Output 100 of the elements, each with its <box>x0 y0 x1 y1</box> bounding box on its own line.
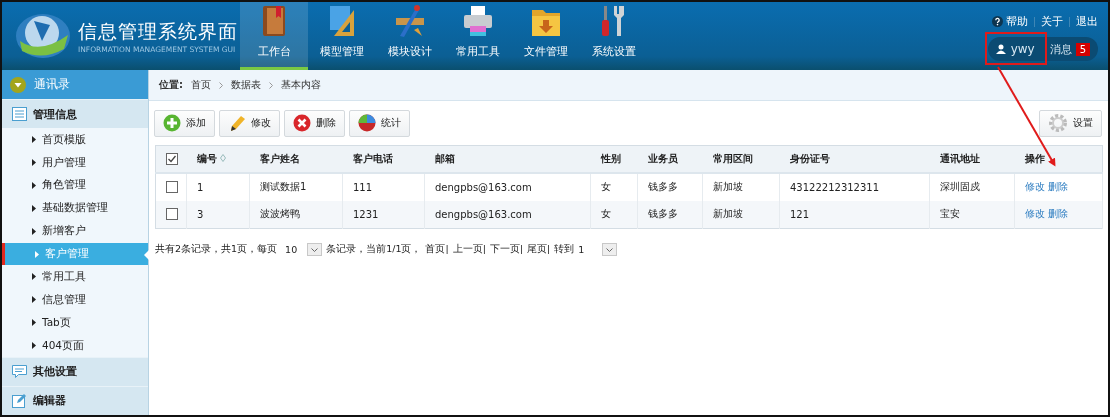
message-count-badge: 5 <box>1075 42 1090 56</box>
breadcrumb-link[interactable]: 首页 <box>191 78 211 92</box>
table-cell: dengpbs@163.com <box>424 200 591 229</box>
pager-link[interactable]: 首页| <box>425 243 449 256</box>
nav-tab[interactable]: 文件管理 <box>512 2 580 70</box>
row-action-link[interactable]: 修改 <box>1025 208 1045 220</box>
pager-link[interactable]: 下一页| <box>489 243 524 256</box>
sidebar-group[interactable]: 编辑器 <box>2 385 148 415</box>
goto-label: 转到 <box>554 243 575 256</box>
table-cell: dengpbs@163.com <box>424 172 591 201</box>
row-action-link[interactable]: 删除 <box>1048 208 1068 220</box>
messages-link[interactable]: 消息 <box>1049 41 1072 57</box>
column-header: 通讯地址 <box>929 145 1015 173</box>
sidebar-group[interactable]: 其他设置 <box>2 356 148 386</box>
caret-icon <box>32 159 36 166</box>
pencil-icon <box>228 114 246 132</box>
column-header[interactable]: 编号 <box>186 145 250 173</box>
sidebar-item[interactable]: 新增客户 <box>2 219 148 243</box>
settings-icon <box>1048 113 1068 133</box>
column-header: 客户电话 <box>342 145 425 173</box>
breadcrumb-link[interactable]: 基本内容 <box>281 78 321 92</box>
edit-icon <box>12 393 27 408</box>
table-cell: 43122212312311 <box>779 172 930 201</box>
sidebar-group[interactable]: 管理信息 <box>2 99 148 129</box>
table-cell: 测试数据1 <box>249 172 343 201</box>
table-cell: 121 <box>779 200 930 229</box>
nav-label: 模型管理 <box>320 44 364 59</box>
nav-tab[interactable]: 工作台 <box>240 2 308 70</box>
caret-icon <box>32 319 36 327</box>
nav-label: 系统设置 <box>592 44 636 59</box>
pager-status: 条记录，当前1/1页， <box>326 243 422 256</box>
sidebar-item[interactable]: 404页面 <box>2 334 148 357</box>
annotation-box <box>985 32 1047 65</box>
chevron-right-icon <box>269 81 273 89</box>
sidebar-item[interactable]: 首页模版 <box>2 128 148 152</box>
breadcrumb-link[interactable]: 数据表 <box>231 78 261 92</box>
row-action-link[interactable]: 修改 <box>1025 181 1045 192</box>
goto-page-dropdown[interactable] <box>602 243 618 256</box>
table-cell: 女 <box>590 172 638 201</box>
pager-link[interactable]: 上一页| <box>452 243 486 256</box>
nav-tab[interactable]: 常用工具 <box>444 2 512 70</box>
caret-icon <box>32 181 36 189</box>
header-link[interactable]: 帮助 <box>992 14 1028 29</box>
select-all-checkbox[interactable] <box>166 152 178 165</box>
column-header: 邮箱 <box>424 145 591 173</box>
sidebar-item[interactable]: 基础数据管理 <box>2 196 148 220</box>
table-cell: 深圳固戍 <box>929 172 1015 201</box>
goto-page-value: 1 <box>578 244 585 255</box>
toolbar-button[interactable]: 修改 <box>219 109 280 137</box>
toolbar-button[interactable]: 删除 <box>284 109 345 137</box>
settings-button[interactable]: 设置 <box>1039 109 1102 137</box>
column-header: 身份证号 <box>779 145 930 173</box>
column-header: 客户姓名 <box>249 145 343 173</box>
sidebar-item[interactable]: 常用工具 <box>2 265 148 289</box>
table-cell: 1 <box>186 172 250 201</box>
caret-icon <box>32 273 36 281</box>
table-cell: 钱多多 <box>637 200 703 229</box>
page-size-dropdown[interactable] <box>307 243 323 256</box>
caret-icon <box>32 204 36 212</box>
page-size-value: 10 <box>285 244 298 255</box>
caret-icon <box>32 296 36 304</box>
nav-label: 模块设计 <box>388 44 432 59</box>
row-checkbox[interactable] <box>166 208 178 221</box>
column-header: 常用区间 <box>702 145 780 173</box>
nav-tab[interactable]: 模块设计 <box>376 2 444 70</box>
table-cell: 111 <box>342 172 425 201</box>
header-link[interactable]: 退出 <box>1076 14 1098 29</box>
sidebar-title: 通讯录 <box>34 76 70 94</box>
sidebar-item[interactable]: 角色管理 <box>2 173 148 197</box>
row-action-link[interactable]: 删除 <box>1048 181 1068 192</box>
table-cell: 波波烤鸭 <box>249 200 343 229</box>
caret-icon <box>35 250 39 258</box>
nav-tab[interactable]: 系统设置 <box>580 2 648 70</box>
app-title: 信息管理系统界面 <box>78 18 238 44</box>
nav-label: 工作台 <box>257 44 291 59</box>
table-cell: 新加坡 <box>702 200 780 229</box>
header-link[interactable]: 关于 <box>1041 14 1063 29</box>
sort-icon <box>219 153 226 162</box>
nav-label: 文件管理 <box>524 44 568 59</box>
table-cell: 钱多多 <box>637 172 703 201</box>
sidebar-item[interactable]: 用户管理 <box>2 151 148 174</box>
chevron-down-icon <box>311 247 319 252</box>
pager-link[interactable]: 尾页| <box>527 243 551 256</box>
row-checkbox[interactable] <box>166 181 178 193</box>
chevron-right-icon <box>219 81 223 89</box>
toolbar-button[interactable]: 统计 <box>349 109 410 137</box>
sidebar-item[interactable]: Tab页 <box>2 311 148 335</box>
user-name[interactable]: ywy <box>995 42 1046 56</box>
globe-logo-icon <box>14 11 72 61</box>
toolbar-button[interactable]: 添加 <box>154 109 215 137</box>
pencil-ruler-icon <box>394 4 426 38</box>
pager-summary: 共有2条记录，共1页，每页 <box>155 243 278 256</box>
nav-tab[interactable]: 模型管理 <box>308 2 376 70</box>
pie-chart-icon <box>358 114 376 132</box>
sidebar-item[interactable]: 信息管理 <box>2 288 148 312</box>
breadcrumb-label: 位置: <box>159 78 183 92</box>
caret-down-icon <box>10 76 26 93</box>
caret-icon <box>32 342 36 349</box>
list-icon <box>12 107 27 122</box>
table-cell: 宝安 <box>929 200 1015 229</box>
